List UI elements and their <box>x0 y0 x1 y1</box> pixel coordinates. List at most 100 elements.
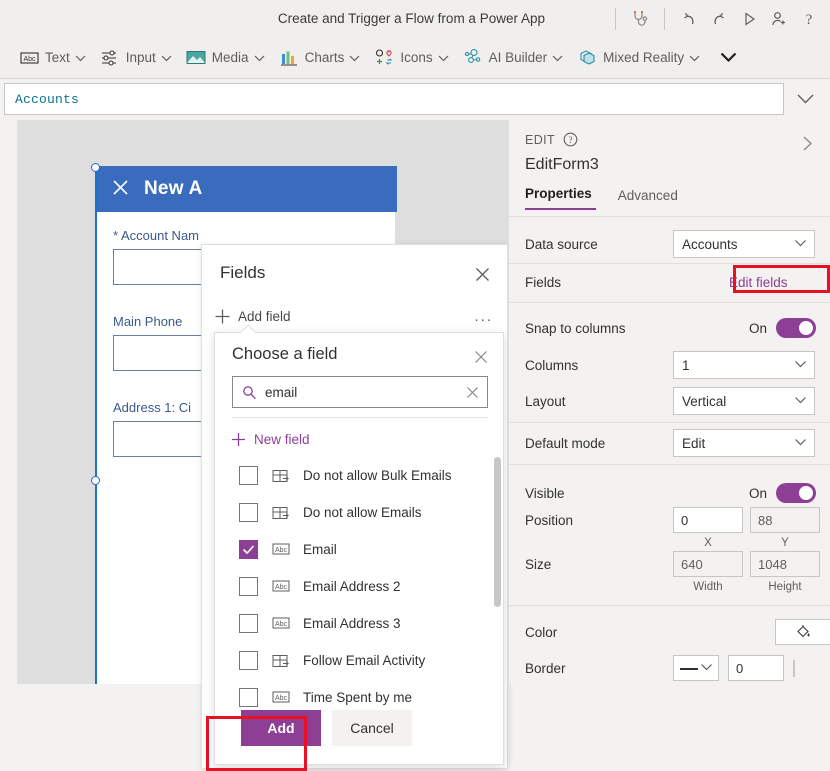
ribbon-label-charts: Charts <box>304 50 345 65</box>
undo-icon[interactable] <box>674 4 704 34</box>
border-label: Border <box>525 660 566 676</box>
color-swatch-button[interactable] <box>775 619 830 645</box>
bar-chart-icon <box>279 48 299 68</box>
chevron-down-icon <box>794 393 807 408</box>
snap-to-columns-toggle-wrap[interactable]: On <box>749 318 817 338</box>
snap-to-columns-label: Snap to columns <box>525 320 626 336</box>
tabs-underline <box>509 216 830 217</box>
field-list-item[interactable]: Abc Email Address 2 <box>215 568 504 605</box>
field-checkbox[interactable] <box>239 577 258 596</box>
tab-advanced[interactable]: Advanced <box>618 188 682 210</box>
header-divider-2 <box>664 7 665 30</box>
add-button[interactable]: Add <box>241 710 321 746</box>
redo-icon[interactable] <box>704 4 734 34</box>
chevron-down-icon <box>794 435 807 450</box>
clear-search-icon[interactable] <box>457 386 487 399</box>
ribbon-label-icons: Icons <box>400 50 433 65</box>
size-width-sublabel: Width <box>693 581 723 593</box>
ribbon-overflow-chevron-icon[interactable] <box>713 37 743 79</box>
help-icon[interactable]: ? <box>794 4 824 34</box>
app-header: Create and Trigger a Flow from a Power A… <box>0 0 830 37</box>
edit-fields-link[interactable]: Edit fields <box>729 275 788 290</box>
data-source-label: Data source <box>525 236 598 252</box>
border-color-swatch[interactable] <box>793 659 795 677</box>
field-list-item[interactable]: Do not allow Bulk Emails <box>215 457 504 494</box>
close-icon[interactable] <box>111 178 130 200</box>
selection-handle-top-left[interactable] <box>91 163 100 172</box>
play-preview-icon[interactable] <box>734 4 764 34</box>
snap-to-columns-toggle[interactable] <box>776 318 817 338</box>
field-checkbox[interactable] <box>239 503 258 522</box>
size-height-value[interactable]: 1048 <box>750 551 820 577</box>
close-icon[interactable] <box>467 259 497 289</box>
row-columns: Columns 1 <box>509 347 830 383</box>
field-list-item[interactable]: Abc Email <box>215 531 504 568</box>
position-y-input[interactable]: 88 <box>750 507 820 533</box>
selection-handle-mid-left[interactable] <box>91 476 100 485</box>
ribbon-label-ai-builder: AI Builder <box>488 50 548 65</box>
search-input[interactable]: email <box>265 385 457 400</box>
border-width-input[interactable]: 0 <box>728 655 784 681</box>
position-y-value[interactable]: 88 <box>750 507 820 533</box>
field-checkbox[interactable] <box>239 466 258 485</box>
choose-field-callout: Choose a field email New field Do not al… <box>214 332 504 765</box>
size-width-input[interactable]: 640 <box>673 551 743 577</box>
position-x-input[interactable]: 0 <box>673 507 743 533</box>
position-x-value[interactable]: 0 <box>673 507 743 533</box>
size-height-input[interactable]: 1048 <box>750 551 820 577</box>
ribbon-item-charts[interactable]: Charts <box>272 37 368 79</box>
help-icon[interactable]: ? <box>563 132 578 147</box>
chevron-down-icon <box>438 50 449 65</box>
default-mode-select[interactable]: Edit <box>673 429 815 457</box>
edit-fields-link-wrap[interactable]: Edit fields <box>729 275 788 290</box>
choose-field-title: Choose a field <box>232 345 338 363</box>
ribbon-item-mixed-reality[interactable]: Mixed Reality <box>570 37 707 79</box>
ribbon-item-text[interactable]: Abc Text <box>12 37 93 79</box>
field-list-item[interactable]: Follow Email Activity <box>215 642 504 679</box>
sliders-input-icon <box>100 48 120 68</box>
field-search-box[interactable]: email <box>232 376 488 408</box>
chevron-down-icon <box>161 50 172 65</box>
share-user-icon[interactable] <box>764 4 794 34</box>
header-divider-1 <box>615 7 616 30</box>
chevron-down-icon <box>794 357 807 372</box>
cancel-button[interactable]: Cancel <box>332 710 412 746</box>
choose-field-footer: Add Cancel <box>215 696 504 764</box>
field-list-scrollbar[interactable] <box>494 457 501 723</box>
app-checker-icon[interactable] <box>625 4 655 34</box>
size-width-value[interactable]: 640 <box>673 551 743 577</box>
paint-bucket-icon[interactable] <box>775 619 830 645</box>
field-checkbox[interactable] <box>239 614 258 633</box>
new-field-button[interactable]: New field <box>231 425 310 453</box>
close-icon[interactable] <box>467 343 495 371</box>
ribbon-item-icons[interactable]: Icons <box>367 37 455 79</box>
field-checkbox[interactable] <box>239 651 258 670</box>
ribbon-item-input[interactable]: Input <box>93 37 179 79</box>
field-checkbox[interactable] <box>239 540 258 559</box>
size-label: Size <box>525 556 552 572</box>
columns-select[interactable]: 1 <box>673 351 815 379</box>
border-width-value[interactable]: 0 <box>728 655 784 681</box>
field-list-item[interactable]: Abc Email Address 3 <box>215 605 504 642</box>
formula-input[interactable]: Accounts <box>4 83 784 115</box>
field-list-item[interactable]: Do not allow Emails <box>215 494 504 531</box>
data-source-select[interactable]: Accounts <box>673 230 815 258</box>
tab-properties[interactable]: Properties <box>525 186 596 210</box>
form-header: New A <box>97 166 397 212</box>
line-style-icon <box>680 668 698 670</box>
visible-toggle-wrap[interactable]: On <box>749 483 817 503</box>
ribbon-item-media[interactable]: Media <box>179 37 272 79</box>
form-title: New A <box>144 178 203 199</box>
scrollbar-thumb[interactable] <box>494 457 501 607</box>
layout-select[interactable]: Vertical <box>673 387 815 415</box>
two-option-icon <box>271 653 291 668</box>
row-size: Size 640 1048 <box>509 551 830 577</box>
visible-toggle[interactable] <box>776 483 817 503</box>
border-style-select[interactable] <box>673 655 719 681</box>
fields-panel-overflow-icon[interactable]: ... <box>474 301 493 331</box>
formula-expand-chevron-icon[interactable] <box>784 83 826 115</box>
ribbon-item-ai-builder[interactable]: AI Builder <box>456 37 571 79</box>
collapse-pane-chevron-icon[interactable] <box>792 128 822 158</box>
field-name: Email Address 2 <box>303 579 401 594</box>
two-option-icon <box>271 468 291 483</box>
